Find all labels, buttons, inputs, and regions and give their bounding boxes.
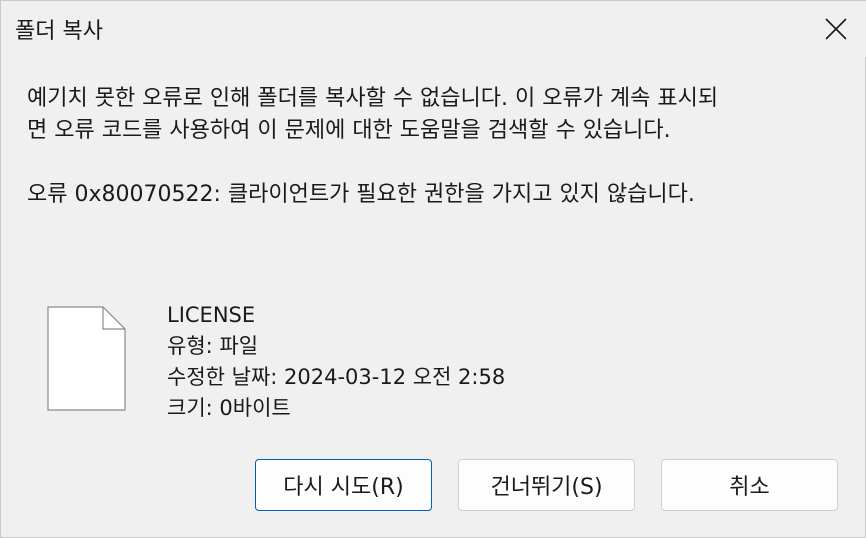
file-details: LICENSE 유형: 파일 수정한 날짜: 2024-03-12 오전 2:5… xyxy=(167,300,505,424)
file-modified-date: 수정한 날짜: 2024-03-12 오전 2:58 xyxy=(167,365,506,389)
copy-folder-dialog: 폴더 복사 예기치 못한 오류로 인해 폴더를 복사할 수 없습니다. 이 오류… xyxy=(0,0,866,538)
error-message: 예기치 못한 오류로 인해 폴더를 복사할 수 없습니다. 이 오류가 계속 표… xyxy=(27,86,719,143)
skip-button[interactable]: 건너뛰기(S) xyxy=(458,459,635,511)
close-button[interactable] xyxy=(805,1,866,57)
file-size: 크기: 0바이트 xyxy=(167,396,291,420)
error-code-line: 오류 0x80070522: 클라이언트가 필요한 권한을 가지고 있지 않습니… xyxy=(27,182,695,207)
dialog-title: 폴더 복사 xyxy=(15,19,103,44)
document-icon xyxy=(47,306,127,416)
file-type: 유형: 파일 xyxy=(167,334,259,358)
close-icon xyxy=(825,18,847,40)
title-bar: 폴더 복사 xyxy=(1,1,866,57)
cancel-button[interactable]: 취소 xyxy=(661,459,838,511)
file-name: LICENSE xyxy=(167,303,256,327)
retry-button[interactable]: 다시 시도(R) xyxy=(255,459,432,511)
